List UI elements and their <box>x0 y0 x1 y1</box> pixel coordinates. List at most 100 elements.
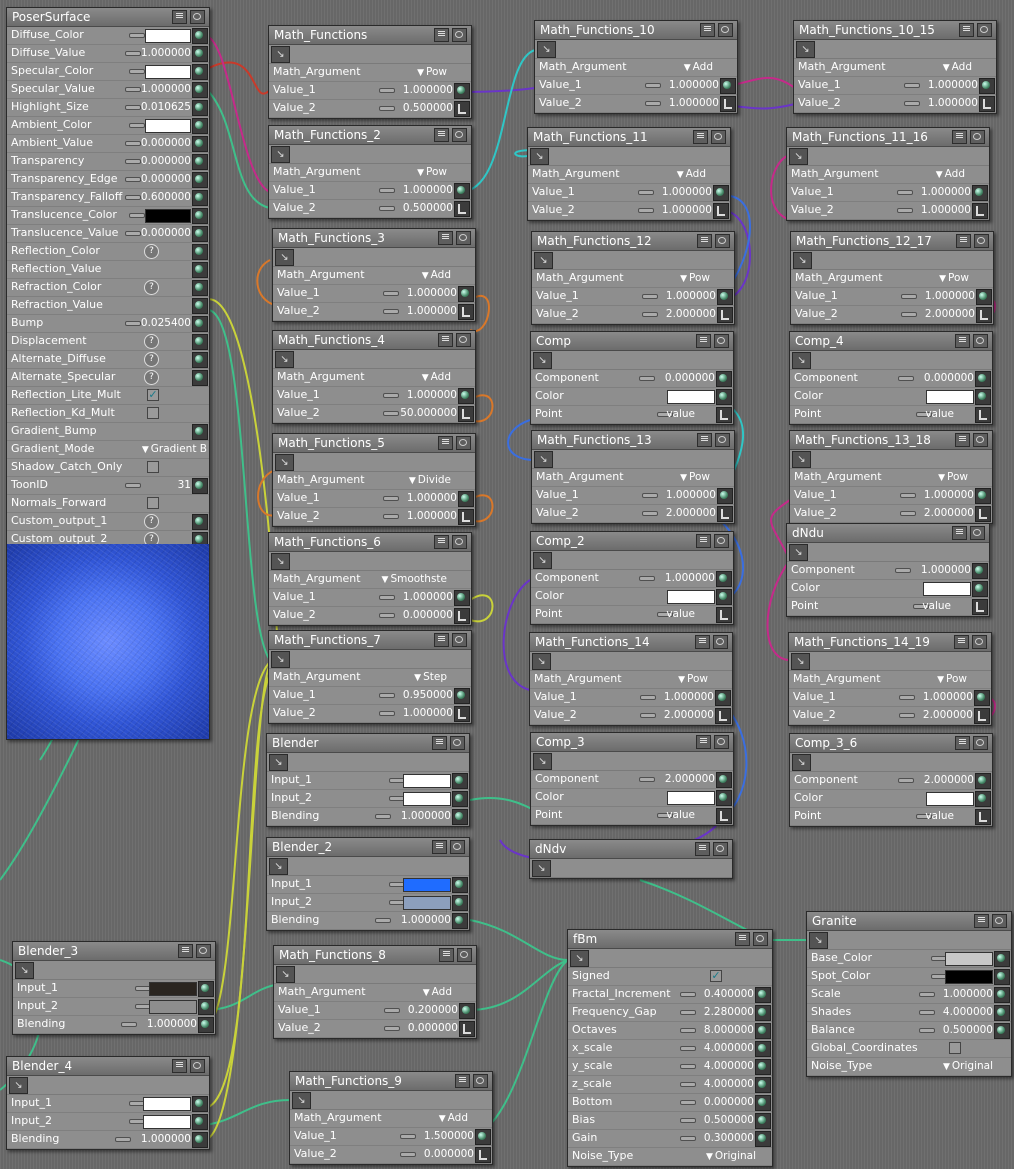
surface-param-row[interactable]: Bump 0.025400 <box>7 315 209 333</box>
color-swatch[interactable] <box>149 982 197 996</box>
menu-icon[interactable] <box>974 914 989 928</box>
link-icon[interactable] <box>389 897 405 906</box>
param-row[interactable]: Math_Argument Add <box>535 59 737 77</box>
connection-port-icon[interactable] <box>975 407 991 423</box>
param-value[interactable]: 1.000000 <box>921 204 971 216</box>
surface-param-row[interactable]: Transparency 0.000000 <box>7 153 209 171</box>
link-icon[interactable] <box>135 1001 151 1010</box>
input-arrow-icon[interactable]: ↘ <box>792 352 811 369</box>
dropdown-select[interactable]: Pow <box>417 166 447 178</box>
param-value[interactable]: 1.000000 <box>403 591 453 603</box>
color-swatch[interactable] <box>145 29 191 43</box>
surface-param-row[interactable]: Gradient_Bump <box>7 423 209 441</box>
collapse-icon[interactable] <box>714 534 729 548</box>
connection-port-icon[interactable] <box>715 690 731 706</box>
param-value[interactable]: 1.000000 <box>662 204 712 216</box>
input-arrow-icon[interactable]: ↘ <box>532 653 551 670</box>
param-row[interactable]: Blending 1.000000 <box>267 912 469 930</box>
param-value[interactable]: 2.280000 <box>704 1006 754 1018</box>
dropdown-select[interactable]: Pow <box>680 272 710 284</box>
link-icon[interactable] <box>919 1025 935 1034</box>
connection-port-icon[interactable] <box>974 690 990 706</box>
connection-port-icon[interactable] <box>192 1114 208 1130</box>
collapse-icon[interactable] <box>190 10 205 24</box>
dropdown-select[interactable]: Gradient B <box>142 443 207 455</box>
param-row[interactable]: Value_2 0.500000 <box>269 200 471 218</box>
connection-port-icon[interactable] <box>192 352 208 368</box>
connection-port-icon[interactable] <box>192 514 208 530</box>
connection-port-icon[interactable] <box>716 589 732 605</box>
param-value[interactable]: 2.000000 <box>923 709 973 721</box>
node-blender3[interactable]: Blender_3 ↘ Input_1 Input_2 Blending 1.000000 <box>12 941 216 1035</box>
surface-param-row[interactable]: Alternate_Diffuse? <box>7 351 209 369</box>
collapse-icon[interactable] <box>973 736 988 750</box>
connection-port-icon[interactable] <box>716 371 732 387</box>
connection-port-icon[interactable] <box>713 185 729 201</box>
param-value[interactable]: 1.000000 <box>407 305 457 317</box>
param-row[interactable]: Math_Argument Add <box>274 984 476 1002</box>
param-row[interactable]: x_scale 4.000000 <box>568 1040 772 1058</box>
param-value[interactable]: 2.000000 <box>924 774 974 786</box>
input-arrow-icon[interactable]: ↘ <box>792 451 811 468</box>
connection-port-icon[interactable] <box>755 1005 771 1021</box>
link-icon[interactable] <box>680 1043 696 1052</box>
param-row[interactable]: Component 2.000000 <box>790 772 992 790</box>
link-icon[interactable] <box>383 408 399 417</box>
node-mf10-15[interactable]: Math_Functions_10_15 ↘ Math_Argument Add Val… <box>793 20 997 114</box>
param-row[interactable]: Math_Argument Pow <box>269 64 471 82</box>
param-row[interactable]: Octaves 8.000000 <box>568 1022 772 1040</box>
link-icon[interactable] <box>125 102 141 111</box>
node-mf5[interactable]: Math_Functions_5 ↘ Math_Argument Divide Valu… <box>272 433 476 527</box>
link-icon[interactable] <box>389 793 405 802</box>
param-row[interactable]: Spot_Color <box>807 968 1011 986</box>
input-arrow-icon[interactable]: ↘ <box>275 454 294 471</box>
menu-icon[interactable] <box>954 635 969 649</box>
surface-param-row[interactable]: Reflection_Lite_Mult ✓ <box>7 387 209 405</box>
collapse-icon[interactable] <box>715 234 730 248</box>
menu-icon[interactable] <box>693 130 708 144</box>
connection-port-icon[interactable] <box>720 96 736 112</box>
param-row[interactable]: Blending 1.000000 <box>7 1131 209 1149</box>
param-row[interactable]: Value_2 2.000000 <box>791 306 993 324</box>
input-arrow-icon[interactable]: ↘ <box>271 553 290 570</box>
link-icon[interactable] <box>640 710 656 719</box>
link-icon[interactable] <box>639 373 655 382</box>
link-icon[interactable] <box>638 187 654 196</box>
collapse-icon[interactable] <box>450 736 465 750</box>
link-icon[interactable] <box>901 291 917 300</box>
param-row[interactable]: Scale 1.000000 <box>807 986 1011 1004</box>
menu-icon[interactable] <box>735 932 750 946</box>
param-value[interactable]: 1.000000 <box>407 492 457 504</box>
param-row[interactable]: Color <box>790 388 992 406</box>
connection-port-icon[interactable] <box>716 772 732 788</box>
connection-port-icon[interactable] <box>454 201 470 217</box>
menu-icon[interactable] <box>434 128 449 142</box>
dropdown-select[interactable]: Add <box>936 168 965 180</box>
connection-port-icon[interactable] <box>716 407 732 423</box>
link-icon[interactable] <box>379 203 395 212</box>
param-value[interactable]: 1.000000 <box>147 1018 197 1030</box>
input-arrow-icon[interactable]: ↘ <box>269 754 288 771</box>
collapse-icon[interactable] <box>972 635 987 649</box>
connection-port-icon[interactable] <box>192 424 208 440</box>
surface-param-row[interactable]: Reflection_Value <box>7 261 209 279</box>
param-value[interactable]: 2.000000 <box>666 507 716 519</box>
param-row[interactable]: Value_1 1.000000 <box>273 387 475 405</box>
collapse-icon[interactable] <box>473 1074 488 1088</box>
menu-icon[interactable] <box>695 842 710 856</box>
color-swatch[interactable] <box>143 1097 191 1111</box>
collapse-icon[interactable] <box>970 526 985 540</box>
param-row[interactable]: Value_1 0.200000 <box>274 1002 476 1020</box>
param-row[interactable]: Value_1 1.000000 <box>273 285 475 303</box>
color-swatch[interactable] <box>667 791 715 805</box>
menu-icon[interactable] <box>696 534 711 548</box>
link-icon[interactable] <box>680 1025 696 1034</box>
param-row[interactable]: Value_2 2.000000 <box>532 306 734 324</box>
surface-param-row[interactable]: Gradient_Mode Gradient B <box>7 441 209 459</box>
link-icon[interactable] <box>121 1019 137 1028</box>
input-arrow-icon[interactable]: ↘ <box>9 1077 28 1094</box>
link-icon[interactable] <box>125 480 141 489</box>
node-mf9[interactable]: Math_Functions_9 ↘ Math_Argument Add Value_1… <box>289 1071 493 1165</box>
param-value[interactable]: 1.000000 <box>401 810 451 822</box>
param-value[interactable]: 1.000000 <box>664 691 714 703</box>
